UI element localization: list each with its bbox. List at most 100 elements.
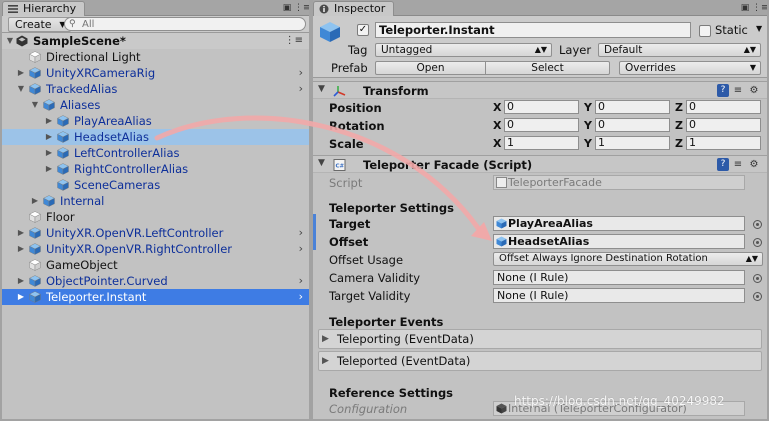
transform-value-field[interactable]: 0	[504, 118, 579, 132]
chevron-right-icon[interactable]: ›	[299, 241, 303, 257]
expand-arrow-icon[interactable]: ▼	[318, 158, 325, 168]
axis-label[interactable]: X	[493, 119, 501, 132]
preset-sliders-icon[interactable]: ≡	[732, 158, 744, 171]
expand-arrow-icon[interactable]: ▶	[322, 330, 329, 348]
collapse-arrow-icon[interactable]: ▶	[44, 113, 54, 129]
collapse-arrow-icon[interactable]: ▶	[16, 273, 26, 289]
overrides-dropdown[interactable]: Overrides ▼	[619, 61, 761, 75]
offset-field[interactable]: HeadsetAlias	[493, 234, 745, 249]
hierarchy-item[interactable]: SceneCameras	[2, 177, 309, 193]
axis-label[interactable]: X	[493, 101, 501, 114]
axis-label[interactable]: Z	[675, 119, 683, 132]
collapse-arrow-icon[interactable]: ▶	[44, 161, 54, 177]
hierarchy-item[interactable]: Directional Light	[2, 49, 309, 65]
static-dropdown-icon[interactable]: ▼	[756, 24, 762, 33]
axis-label[interactable]: Z	[675, 137, 683, 150]
expand-arrow-icon[interactable]: ▼	[30, 97, 40, 113]
collapse-arrow-icon[interactable]: ▶	[16, 225, 26, 241]
axis-label[interactable]: X	[493, 137, 501, 150]
layer-value: Default	[604, 44, 643, 56]
hierarchy-item[interactable]: ▶ Teleporter.Instant ›	[2, 289, 309, 305]
preset-sliders-icon[interactable]: ≡	[732, 84, 744, 97]
offset-usage-dropdown[interactable]: Offset Always Ignore Destination Rotatio…	[493, 252, 763, 266]
hierarchy-item[interactable]: ▶ LeftControllerAlias	[2, 145, 309, 161]
panel-menu-icon[interactable]: ⋮≡	[752, 2, 767, 14]
transform-value-field[interactable]: 1	[595, 136, 670, 150]
hierarchy-item[interactable]: ▶ UnityXR.OpenVR.RightController ›	[2, 241, 309, 257]
chevron-right-icon[interactable]: ›	[299, 65, 303, 81]
hierarchy-item[interactable]: ▶ HeadsetAlias	[2, 129, 309, 145]
object-picker-icon[interactable]	[753, 292, 762, 301]
transform-value-field[interactable]: 0	[686, 118, 761, 132]
chevron-right-icon[interactable]: ›	[299, 289, 303, 305]
transform-value-field[interactable]: 1	[504, 136, 579, 150]
hierarchy-item[interactable]: ▶ UnityXRCameraRig ›	[2, 65, 309, 81]
help-book-icon[interactable]: ?	[717, 158, 729, 171]
camera-validity-field[interactable]: None (I Rule)	[493, 270, 745, 285]
event-teleported[interactable]: ▶ Teleported (EventData)	[318, 351, 762, 371]
hierarchy-item[interactable]: Floor	[2, 209, 309, 225]
hierarchy-item[interactable]: ▶ Internal	[2, 193, 309, 209]
hierarchy-item[interactable]: ▼ Aliases	[2, 97, 309, 113]
lock-icon[interactable]: ▣	[739, 2, 751, 14]
transform-row-label: Rotation	[329, 119, 385, 133]
create-button[interactable]: Create ▼	[8, 17, 71, 32]
hierarchy-item[interactable]: ▶ RightControllerAlias	[2, 161, 309, 177]
search-input[interactable]	[82, 18, 297, 30]
transform-header[interactable]: ▼ Transform ? ≡ ⚙	[313, 81, 767, 99]
scene-menu-icon[interactable]: ⋮≡	[285, 33, 303, 49]
transform-value-field[interactable]: 0	[595, 100, 670, 114]
target-field[interactable]: PlayAreaAlias	[493, 216, 745, 231]
hierarchy-item[interactable]: ▶ PlayAreaAlias	[2, 113, 309, 129]
chevron-right-icon[interactable]: ›	[299, 81, 303, 97]
expand-arrow-icon[interactable]: ▼	[318, 84, 325, 94]
checkmark-icon: ✓	[358, 24, 368, 35]
axis-label[interactable]: Y	[584, 119, 592, 132]
expand-arrow-icon[interactable]: ▼	[5, 33, 15, 49]
chevron-right-icon[interactable]: ›	[299, 225, 303, 241]
chevron-right-icon[interactable]: ›	[299, 273, 303, 289]
collapse-arrow-icon[interactable]: ▶	[16, 289, 26, 305]
expand-arrow-icon[interactable]: ▶	[322, 352, 329, 370]
collapse-arrow-icon[interactable]: ▶	[16, 241, 26, 257]
hierarchy-search[interactable]: ⚲	[64, 17, 306, 31]
hierarchy-item[interactable]: ▼ TrackedAlias ›	[2, 81, 309, 97]
gear-icon[interactable]: ⚙	[748, 84, 760, 97]
collapse-arrow-icon[interactable]: ▶	[16, 65, 26, 81]
target-validity-field[interactable]: None (I Rule)	[493, 288, 745, 303]
transform-value-field[interactable]: 1	[686, 136, 761, 150]
layer-dropdown[interactable]: Default ▲▼	[598, 43, 761, 57]
transform-value-field[interactable]: 0	[595, 118, 670, 132]
object-picker-icon[interactable]	[753, 238, 762, 247]
hierarchy-tab[interactable]: Hierarchy	[2, 1, 86, 16]
collapse-arrow-icon[interactable]: ▶	[44, 145, 54, 161]
collapse-arrow-icon[interactable]: ▶	[44, 129, 54, 145]
prefab-select-button[interactable]: Select	[485, 61, 610, 75]
hierarchy-item[interactable]: ▶ ObjectPointer.Curved ›	[2, 273, 309, 289]
inspector-tab[interactable]: Inspector	[313, 1, 395, 16]
lock-icon[interactable]: ▣	[281, 2, 293, 14]
help-book-icon[interactable]: ?	[717, 84, 729, 97]
axis-label[interactable]: Y	[584, 137, 592, 150]
facade-header[interactable]: ▼ C# Teleporter Facade (Script) ? ≡ ⚙	[313, 155, 767, 173]
active-checkbox[interactable]: ✓	[357, 24, 369, 36]
transform-value-field[interactable]: 0	[686, 100, 761, 114]
tag-dropdown[interactable]: Untagged ▲▼	[375, 43, 552, 57]
scene-row[interactable]: ▼ SampleScene* ⋮≡	[2, 33, 309, 49]
axis-label[interactable]: Z	[675, 101, 683, 114]
hierarchy-item[interactable]: GameObject	[2, 257, 309, 273]
static-checkbox[interactable]	[699, 25, 711, 37]
collapse-arrow-icon[interactable]: ▶	[30, 193, 40, 209]
panel-menu-icon[interactable]: ⋮≡	[294, 2, 309, 14]
hierarchy-item[interactable]: ▶ UnityXR.OpenVR.LeftController ›	[2, 225, 309, 241]
expand-arrow-icon[interactable]: ▼	[16, 81, 26, 97]
object-picker-icon[interactable]	[753, 220, 762, 229]
event-teleporting[interactable]: ▶ Teleporting (EventData)	[318, 329, 762, 349]
configuration-label: Configuration	[329, 402, 408, 416]
gear-icon[interactable]: ⚙	[748, 158, 760, 171]
object-name-field[interactable]: Teleporter.Instant	[375, 22, 691, 38]
prefab-open-button[interactable]: Open	[375, 61, 486, 75]
transform-value-field[interactable]: 0	[504, 100, 579, 114]
object-picker-icon[interactable]	[753, 274, 762, 283]
axis-label[interactable]: Y	[584, 101, 592, 114]
